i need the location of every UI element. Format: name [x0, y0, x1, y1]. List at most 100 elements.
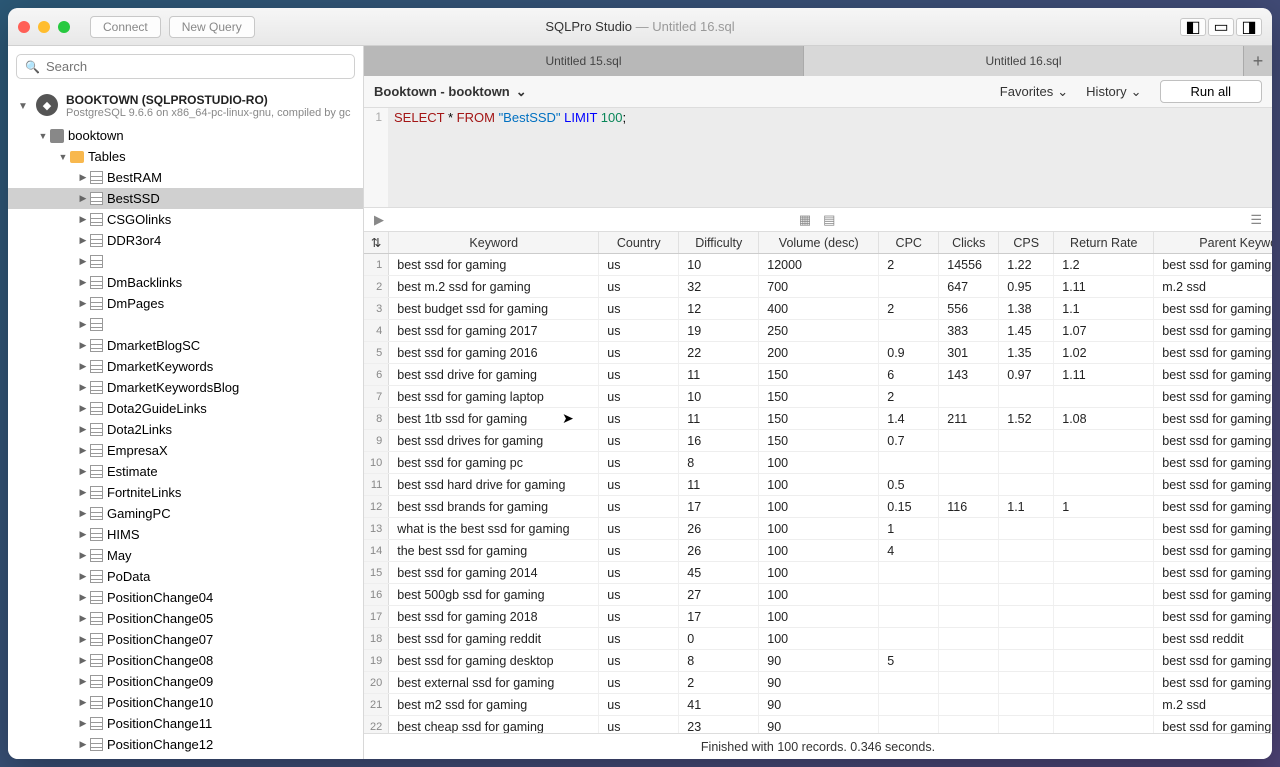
disclosure-icon[interactable]: ▶: [76, 466, 90, 477]
disclosure-icon[interactable]: ▶: [76, 235, 90, 246]
cell[interactable]: [999, 386, 1054, 408]
cell[interactable]: best ssd for gaming: [1154, 584, 1272, 606]
cell[interactable]: us: [599, 628, 679, 650]
cell[interactable]: [879, 694, 939, 716]
cell[interactable]: 1.11: [1054, 364, 1154, 386]
cell[interactable]: [999, 716, 1054, 734]
cell[interactable]: 27: [679, 584, 759, 606]
column-header[interactable]: Difficulty: [679, 232, 759, 254]
cell[interactable]: 0.7: [879, 430, 939, 452]
disclosure-icon[interactable]: ▶: [76, 613, 90, 624]
cell[interactable]: best ssd for gaming laptop: [389, 386, 599, 408]
cell[interactable]: 100: [759, 562, 879, 584]
disclosure-icon[interactable]: ▶: [76, 403, 90, 414]
cell[interactable]: [999, 650, 1054, 672]
cell[interactable]: best ssd for gaming: [1154, 342, 1272, 364]
table-row[interactable]: 11best ssd hard drive for gamingus111000…: [364, 474, 1272, 496]
tree-item[interactable]: ▶PoData: [8, 566, 363, 587]
cell[interactable]: 2: [879, 298, 939, 320]
disclosure-icon[interactable]: ▶: [76, 697, 90, 708]
cell[interactable]: 22: [679, 342, 759, 364]
cell[interactable]: 0.9: [879, 342, 939, 364]
cell[interactable]: 647: [939, 276, 999, 298]
table-row[interactable]: 8best 1tb ssd for gamingus111501.42111.5…: [364, 408, 1272, 430]
cell[interactable]: [879, 584, 939, 606]
cell[interactable]: best ssd for gaming reddit: [389, 628, 599, 650]
cell[interactable]: us: [599, 254, 679, 276]
cell[interactable]: 1.08: [1054, 408, 1154, 430]
tree-item[interactable]: ▶BestRAM: [8, 167, 363, 188]
cell[interactable]: 12: [679, 298, 759, 320]
cell[interactable]: 1.1: [999, 496, 1054, 518]
disclosure-icon[interactable]: ▶: [76, 550, 90, 561]
table-row[interactable]: 10best ssd for gaming pcus8100best ssd f…: [364, 452, 1272, 474]
results-grid[interactable]: ⇅KeywordCountryDifficultyVolume (desc)CP…: [364, 232, 1272, 733]
cell[interactable]: 4: [879, 540, 939, 562]
cell[interactable]: 90: [759, 716, 879, 734]
disclosure-icon[interactable]: ▶: [76, 298, 90, 309]
cell[interactable]: [999, 430, 1054, 452]
cell[interactable]: [999, 474, 1054, 496]
cell[interactable]: [939, 452, 999, 474]
column-header[interactable]: CPS: [999, 232, 1054, 254]
cell[interactable]: [1054, 386, 1154, 408]
cell[interactable]: 556: [939, 298, 999, 320]
cell[interactable]: 400: [759, 298, 879, 320]
tree-item[interactable]: ▶BestSSD: [8, 188, 363, 209]
cell[interactable]: 11: [679, 364, 759, 386]
cell[interactable]: best ssd hard drive for gaming: [389, 474, 599, 496]
table-row[interactable]: 6best ssd drive for gamingus1115061430.9…: [364, 364, 1272, 386]
cell[interactable]: us: [599, 386, 679, 408]
tree-item[interactable]: ▶May: [8, 545, 363, 566]
connect-button[interactable]: Connect: [90, 16, 161, 38]
cell[interactable]: best cheap ssd for gaming: [389, 716, 599, 734]
cell[interactable]: [1054, 672, 1154, 694]
cell[interactable]: best external ssd for gaming: [389, 672, 599, 694]
cell[interactable]: 2: [879, 386, 939, 408]
tree-item[interactable]: ▼booktown: [8, 125, 363, 146]
disclosure-icon[interactable]: ▶: [76, 571, 90, 582]
cell[interactable]: us: [599, 540, 679, 562]
cell[interactable]: best ssd for gaming: [1154, 298, 1272, 320]
cell[interactable]: 26: [679, 518, 759, 540]
tree-item[interactable]: ▶PositionChange08: [8, 650, 363, 671]
connection-item[interactable]: ▼ ◆ BOOKTOWN (SQLPROSTUDIO-RO) PostgreSQ…: [8, 87, 363, 125]
column-header[interactable]: Volume (desc): [759, 232, 879, 254]
tree-item[interactable]: ▼Tables: [8, 146, 363, 167]
cell[interactable]: 116: [939, 496, 999, 518]
cell[interactable]: 12000: [759, 254, 879, 276]
disclosure-icon[interactable]: ▶: [76, 592, 90, 603]
table-row[interactable]: 2best m.2 ssd for gamingus327006470.951.…: [364, 276, 1272, 298]
cell[interactable]: 150: [759, 430, 879, 452]
cell[interactable]: best ssd for gaming 2016: [389, 342, 599, 364]
cell[interactable]: 100: [759, 452, 879, 474]
cell[interactable]: [879, 562, 939, 584]
cell[interactable]: [999, 628, 1054, 650]
cell[interactable]: [1054, 518, 1154, 540]
cell[interactable]: 1.45: [999, 320, 1054, 342]
cell[interactable]: us: [599, 518, 679, 540]
cell[interactable]: [1054, 452, 1154, 474]
cell[interactable]: [879, 320, 939, 342]
cell[interactable]: us: [599, 650, 679, 672]
cell[interactable]: us: [599, 694, 679, 716]
new-query-button[interactable]: New Query: [169, 16, 255, 38]
cell[interactable]: best 500gb ssd for gaming: [389, 584, 599, 606]
cell[interactable]: [939, 650, 999, 672]
table-row[interactable]: 7best ssd for gaming laptopus101502best …: [364, 386, 1272, 408]
cell[interactable]: 45: [679, 562, 759, 584]
cell[interactable]: 100: [759, 496, 879, 518]
cell[interactable]: [939, 606, 999, 628]
column-header[interactable]: CPC: [879, 232, 939, 254]
cell[interactable]: [999, 672, 1054, 694]
cell[interactable]: 100: [759, 474, 879, 496]
cell[interactable]: best ssd for gaming: [1154, 364, 1272, 386]
cell[interactable]: 90: [759, 694, 879, 716]
cell[interactable]: 211: [939, 408, 999, 430]
tree-item[interactable]: ▶HIMS: [8, 524, 363, 545]
cell[interactable]: 1.22: [999, 254, 1054, 276]
tree-item[interactable]: ▶PositionChange05: [8, 608, 363, 629]
cell[interactable]: [999, 518, 1054, 540]
cell[interactable]: us: [599, 606, 679, 628]
cell[interactable]: 1.02: [1054, 342, 1154, 364]
